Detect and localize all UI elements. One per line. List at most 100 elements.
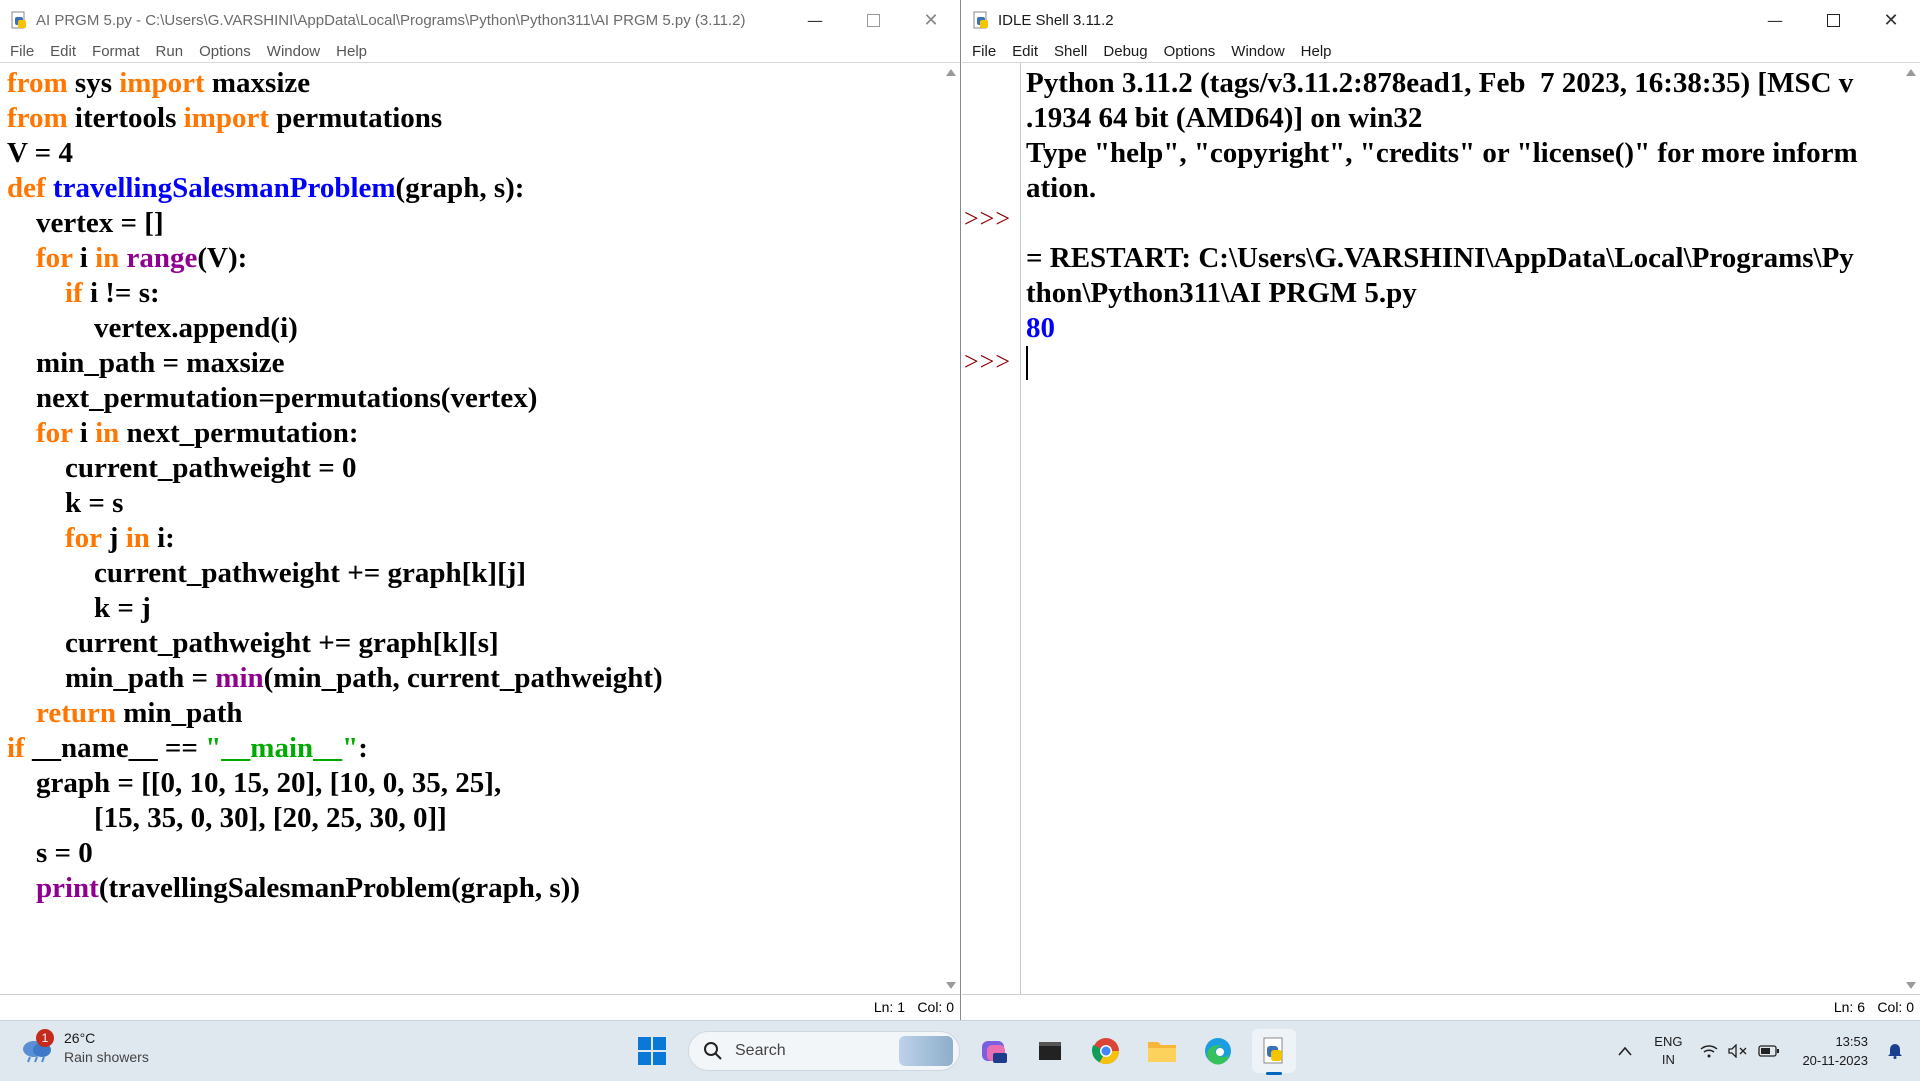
minimize-button[interactable]: —	[1746, 0, 1804, 40]
editor-window: AI PRGM 5.py - C:\Users\G.VARSHINI\AppDa…	[0, 0, 961, 1020]
menu-file[interactable]: File	[965, 43, 1005, 60]
code-editor[interactable]: from sys import maxsize from itertools im…	[0, 63, 960, 995]
chrome-button[interactable]	[1084, 1029, 1128, 1073]
menu-file[interactable]: File	[3, 43, 43, 60]
shell-output[interactable]: Python 3.11.2 (tags/v3.11.2:878ead1, Feb…	[1026, 63, 1858, 346]
code-token-kw: if	[65, 277, 83, 309]
volume-muted-icon	[1728, 1044, 1747, 1058]
shell-titlebar[interactable]: IDLE Shell 3.11.2 — ✕	[962, 0, 1920, 40]
maximize-icon	[866, 13, 880, 27]
code-line: [15, 35, 0, 30], [20, 25, 30, 0]]	[7, 801, 663, 836]
scroll-down-icon[interactable]	[946, 982, 956, 989]
close-button[interactable]: ✕	[1862, 0, 1920, 40]
shell-menubar: File Edit Shell Debug Options Window Hel…	[962, 40, 1920, 62]
code-token: :	[358, 732, 368, 764]
file-explorer-button[interactable]	[1140, 1029, 1184, 1073]
maximize-button[interactable]	[844, 0, 902, 40]
code-line: for i in range(V):	[7, 241, 663, 276]
menu-run[interactable]: Run	[149, 43, 193, 60]
python-idle-icon	[972, 11, 990, 29]
code-token: s = 0	[7, 837, 93, 869]
minimize-button[interactable]: —	[786, 0, 844, 40]
clock[interactable]: 13:53 20-11-2023	[1802, 1032, 1868, 1070]
code-line: if i != s:	[7, 276, 663, 311]
editor-menubar: File Edit Format Run Options Window Help	[0, 40, 960, 62]
program-output: 80	[1026, 312, 1055, 344]
code-line: V = 4	[7, 136, 663, 171]
chrome-icon	[1091, 1038, 1120, 1065]
banner-line: Python 3.11.2 (tags/v3.11.2:878ead1, Feb…	[1026, 67, 1854, 99]
column-indicator: Col: 0	[1877, 999, 1914, 1015]
banner-line: .1934 64 bit (AMD64)] on win32	[1026, 102, 1423, 134]
search-highlight-image	[899, 1036, 953, 1066]
menu-edit[interactable]: Edit	[43, 43, 85, 60]
maximize-icon	[1826, 13, 1840, 27]
copilot-button[interactable]	[972, 1029, 1016, 1073]
wifi-icon	[1700, 1045, 1718, 1058]
menu-help[interactable]: Help	[329, 43, 376, 60]
quick-settings[interactable]	[1700, 1044, 1780, 1058]
menu-options[interactable]: Options	[192, 43, 260, 60]
shell-window: IDLE Shell 3.11.2 — ✕ File Edit Shell De…	[962, 0, 1920, 1020]
code-token: min_path = maxsize	[7, 347, 285, 379]
code-token: current_pathweight += graph[k][j]	[7, 557, 527, 589]
region-code: IN	[1661, 1052, 1675, 1067]
maximize-button[interactable]	[1804, 0, 1862, 40]
menu-window[interactable]: Window	[260, 43, 329, 60]
terminal-button[interactable]	[1028, 1029, 1072, 1073]
code-token: next_permutation=permutations(vertex)	[7, 382, 538, 414]
code-line: current_pathweight += graph[k][j]	[7, 556, 663, 591]
windows-icon	[638, 1037, 666, 1065]
close-button[interactable]: ✕	[902, 0, 960, 40]
code-token: vertex = []	[7, 207, 164, 239]
code-token-str: "__main__"	[205, 732, 359, 764]
code-token: permutations	[269, 102, 443, 134]
menu-format[interactable]: Format	[85, 43, 149, 60]
clock-time: 13:53	[1835, 1034, 1868, 1049]
text-cursor	[1026, 346, 1028, 380]
editor-statusbar: Ln: 1 Col: 0	[0, 994, 960, 1020]
code-token: current_pathweight += graph[k][s]	[7, 627, 499, 659]
code-text[interactable]: from sys import maxsize from itertools im…	[7, 66, 663, 906]
editor-scrollbar[interactable]	[942, 63, 960, 995]
idle-taskbar-button[interactable]	[1252, 1029, 1296, 1075]
search-label: Search	[735, 1042, 786, 1059]
menu-help[interactable]: Help	[1294, 43, 1341, 60]
code-token: V = 4	[7, 137, 73, 169]
code-line: from sys import maxsize	[7, 66, 663, 101]
shell-scrollbar[interactable]	[1902, 63, 1920, 995]
scroll-down-icon[interactable]	[1906, 982, 1916, 989]
notification-bell-icon[interactable]	[1882, 1041, 1908, 1062]
menu-debug[interactable]: Debug	[1096, 43, 1156, 60]
language-code: ENG	[1654, 1034, 1683, 1049]
code-token-kw: import	[183, 102, 270, 134]
chevron-up-icon[interactable]	[1610, 1044, 1640, 1059]
menu-window[interactable]: Window	[1224, 43, 1293, 60]
code-line: vertex.append(i)	[7, 311, 663, 346]
code-line: for j in i:	[7, 521, 663, 556]
menu-edit[interactable]: Edit	[1005, 43, 1047, 60]
weather-widget[interactable]: 1 26°C Rain showers	[20, 1029, 149, 1067]
minimize-icon: —	[807, 10, 823, 30]
taskbar-search[interactable]: Search	[688, 1031, 960, 1071]
code-token: k = j	[7, 592, 151, 624]
language-indicator[interactable]: ENG IN	[1654, 1033, 1682, 1069]
column-indicator: Col: 0	[917, 999, 954, 1015]
code-token: itertools	[67, 102, 184, 134]
banner-line: ation.	[1026, 172, 1097, 204]
menu-shell[interactable]: Shell	[1047, 43, 1096, 60]
editor-titlebar[interactable]: AI PRGM 5.py - C:\Users\G.VARSHINI\AppDa…	[0, 0, 960, 40]
code-line: if __name__ == "__main__":	[7, 731, 663, 766]
code-token: (min_path, current_pathweight)	[263, 662, 663, 694]
edge-button[interactable]	[1196, 1029, 1240, 1073]
menu-options[interactable]: Options	[1157, 43, 1225, 60]
start-button[interactable]	[630, 1029, 674, 1073]
scroll-up-icon[interactable]	[1906, 69, 1916, 76]
code-token: i:	[149, 522, 175, 554]
code-line: print(travellingSalesmanProblem(graph, s…	[7, 871, 663, 906]
code-line: vertex = []	[7, 206, 663, 241]
scroll-up-icon[interactable]	[946, 69, 956, 76]
